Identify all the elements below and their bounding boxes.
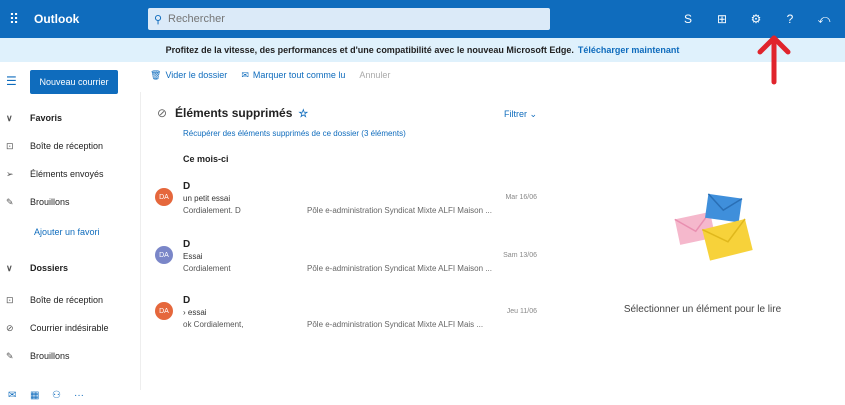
message-date: Mar 16/06 xyxy=(505,194,537,201)
message-item[interactable]: DA D un petit essai Mar 16/06 Cordialeme… xyxy=(145,178,555,232)
skype-icon[interactable]: S xyxy=(671,12,705,26)
message-item[interactable]: DA D › essai Jeu 11/06 ok Cordialement, … xyxy=(145,292,555,346)
annotation-arrow-icon xyxy=(757,35,791,85)
new-mail-button[interactable]: Nouveau courrier xyxy=(30,70,118,94)
sidebar-item-inbox-fav[interactable]: ⊡ Boîte de réception xyxy=(6,136,136,156)
sidebar-item-label: Boîte de réception xyxy=(30,141,104,151)
message-sender: D xyxy=(183,239,191,250)
sidebar-item-inbox[interactable]: ⊡ Boîte de réception xyxy=(6,290,136,310)
undo-label: Annuler xyxy=(359,70,391,80)
app-name[interactable]: Outlook xyxy=(34,12,144,26)
help-icon[interactable]: ? xyxy=(773,12,807,26)
avatar: DA xyxy=(155,188,173,206)
recover-deleted-link[interactable]: Récupérer des éléments supprimés de ce d… xyxy=(183,129,406,138)
empty-folder-button[interactable]: 🗑 Vider le dossier xyxy=(150,70,227,81)
search-box[interactable]: ⚲ xyxy=(148,8,550,30)
undo-button[interactable]: Annuler xyxy=(359,70,390,80)
envelope-open-icon: ✉ xyxy=(241,69,249,80)
pencil-icon: ✎ xyxy=(6,196,14,207)
junk-icon: ⊘ xyxy=(6,322,14,333)
message-subject: › essai xyxy=(183,308,207,317)
message-preview: Cordialement xyxy=(183,264,231,273)
message-preview-signature: Pôle e-administration Syndicat Mixte ALF… xyxy=(307,264,492,273)
more-icon[interactable]: ··· xyxy=(74,390,96,401)
folder-header: ⊘ Éléments supprimés ☆ xyxy=(157,106,308,120)
mark-all-read-button[interactable]: ✉ Marquer tout comme lu xyxy=(241,70,345,81)
feedback-icon[interactable]: ⤺ xyxy=(807,12,841,27)
message-subject: un petit essai xyxy=(183,194,231,203)
edge-banner: Profitez de la vitesse, des performances… xyxy=(0,38,845,62)
sidebar-item-label: Boîte de réception xyxy=(30,295,104,305)
filter-label: Filtrer xyxy=(503,109,527,119)
group-header: Ce mois-ci xyxy=(183,154,229,164)
search-icon: ⚲ xyxy=(153,13,163,26)
favorites-section[interactable]: ∨ Favoris xyxy=(6,108,136,128)
folder-title: Éléments supprimés xyxy=(175,106,293,120)
star-icon[interactable]: ☆ xyxy=(298,107,308,120)
menu-icon[interactable]: ☰ xyxy=(6,74,17,88)
sidebar-item-label: Brouillons xyxy=(30,197,70,207)
message-date: Sam 13/06 xyxy=(503,252,537,259)
chevron-down-icon: ∨ xyxy=(6,262,13,273)
sidebar: ☰ Nouveau courrier ∨ Favoris ⊡ Boîte de … xyxy=(0,62,140,405)
mail-icon[interactable]: ✉ xyxy=(8,390,30,401)
calendar-icon[interactable]: ⊞ xyxy=(705,12,739,26)
message-sender: D xyxy=(183,295,191,306)
settings-icon[interactable]: ⚙ xyxy=(739,12,773,26)
bottom-app-bar: ✉ ▦ ⚇ ··· xyxy=(8,390,96,401)
message-preview-signature: Pôle e-administration Syndicat Mixte ALF… xyxy=(307,320,484,329)
avatar: DA xyxy=(155,302,173,320)
sidebar-item-sent[interactable]: ➢ Éléments envoyés xyxy=(6,164,136,184)
command-bar: 🗑 Vider le dossier ✉ Marquer tout comme … xyxy=(150,66,404,84)
filter-button[interactable]: Filtrer ⌄ xyxy=(504,109,537,120)
folders-label: Dossiers xyxy=(30,263,69,273)
sidebar-item-drafts-fav[interactable]: ✎ Brouillons xyxy=(6,192,136,212)
message-list: ⊘ Éléments supprimés ☆ Filtrer ⌄ Récupér… xyxy=(145,96,555,396)
inbox-icon: ⊡ xyxy=(6,294,14,305)
add-favorite-link[interactable]: Ajouter un favori xyxy=(6,222,136,242)
message-preview-signature: Pôle e-administration Syndicat Mixte ALF… xyxy=(307,206,492,215)
message-preview: ok Cordialement, xyxy=(183,320,244,329)
pencil-icon: ✎ xyxy=(6,350,14,361)
reading-pane: Sélectionner un élément pour le lire xyxy=(560,92,845,392)
sidebar-item-label: Brouillons xyxy=(30,351,70,361)
calendar-icon[interactable]: ▦ xyxy=(30,390,52,401)
empty-mail-illustration-icon xyxy=(674,193,753,261)
sidebar-item-drafts[interactable]: ✎ Brouillons xyxy=(6,346,136,366)
message-subject: Essai xyxy=(183,252,203,261)
divider xyxy=(140,92,141,390)
chevron-down-icon: ∨ xyxy=(6,112,13,123)
avatar: DA xyxy=(155,246,173,264)
message-preview: Cordialement. D xyxy=(183,206,241,215)
empty-folder-label: Vider le dossier xyxy=(165,70,228,80)
message-sender: D xyxy=(183,181,191,192)
select-all-checkbox[interactable]: ⊘ xyxy=(157,106,175,120)
message-item[interactable]: DA D Essai Sam 13/06 Cordialement Pôle e… xyxy=(145,236,555,290)
inbox-icon: ⊡ xyxy=(6,140,14,151)
favorites-label: Favoris xyxy=(30,113,63,123)
message-date: Jeu 11/06 xyxy=(506,308,537,315)
search-input[interactable] xyxy=(168,13,528,25)
banner-text: Profitez de la vitesse, des performances… xyxy=(165,45,574,55)
people-icon[interactable]: ⚇ xyxy=(52,390,74,401)
message-subject-text: essai xyxy=(187,308,207,317)
sidebar-item-junk[interactable]: ⊘ Courrier indésirable xyxy=(6,318,136,338)
send-icon: ➢ xyxy=(6,168,14,179)
top-bar: ⠿ Outlook ⚲ S ⊞ ⚙ ? ⤺ xyxy=(0,0,845,38)
banner-download-link[interactable]: Télécharger maintenant xyxy=(578,45,680,55)
sidebar-item-label: Courrier indésirable xyxy=(30,323,109,333)
app-launcher-icon[interactable]: ⠿ xyxy=(0,0,28,38)
trash-icon: 🗑 xyxy=(150,69,162,80)
sidebar-item-label: Éléments envoyés xyxy=(30,169,104,179)
folders-section[interactable]: ∨ Dossiers xyxy=(6,258,136,278)
mark-all-read-label: Marquer tout comme lu xyxy=(252,70,346,80)
reading-pane-empty-text: Sélectionner un élément pour le lire xyxy=(623,304,782,315)
